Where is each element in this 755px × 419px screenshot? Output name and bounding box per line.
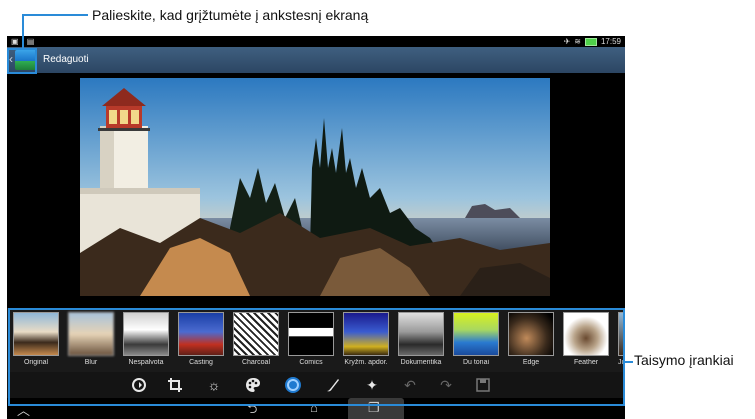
app-bar: ‹ Redaguoti [7,47,625,73]
callout-line-top-vertical [22,14,24,48]
signal-icon: ✈ [563,37,571,46]
status-icons: ✈ ≋ 17:59 [564,37,621,46]
tools-highlight-frame [8,308,625,406]
callout-line-right [625,361,633,363]
app-title: Redaguoti [43,54,89,65]
photo-preview [80,78,550,296]
status-bar: ▣ ▤ ✈ ≋ 17:59 [7,36,625,47]
notification-icons: ▣ ▤ [11,37,38,46]
back-highlight-box [7,48,37,74]
wifi-icon: ≋ [574,37,581,46]
callout-back-hint: Palieskite, kad grįžtumėte į ankstesnį e… [92,7,369,23]
battery-icon [584,37,597,46]
callout-editing-tools: Taisymo įrankiai [634,352,734,368]
clock: 17:59 [600,37,621,46]
callout-line-top-horizontal [22,14,88,16]
